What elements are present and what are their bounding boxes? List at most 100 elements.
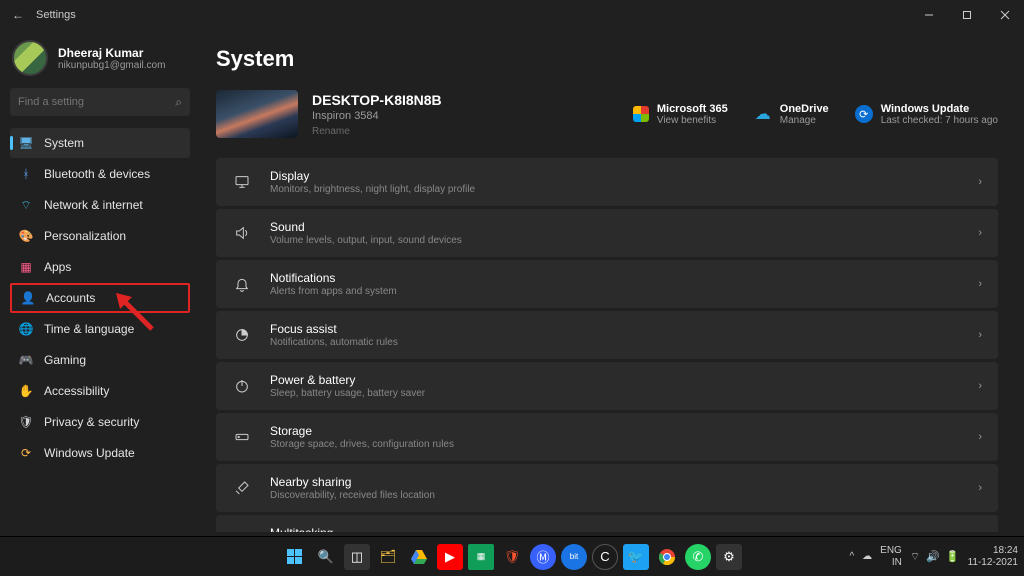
sidebar-item-label: Personalization: [44, 229, 126, 243]
brave-icon[interactable]: 🛡: [499, 544, 525, 570]
sidebar-item-label: Apps: [44, 260, 71, 274]
row-title: Sound: [270, 220, 462, 234]
settings-list: Display Monitors, brightness, night ligh…: [216, 158, 998, 532]
settings-row-storage[interactable]: Storage Storage space, drives, configura…: [216, 413, 998, 461]
back-button[interactable]: ←: [6, 8, 30, 22]
task-view-icon[interactable]: ◫: [344, 544, 370, 570]
sidebar-item-update[interactable]: ⟳Windows Update: [10, 438, 190, 468]
drive-icon[interactable]: [406, 544, 432, 570]
main-content: System DESKTOP-K8I8N8B Inspiron 3584 Ren…: [200, 30, 1024, 532]
m365-title: Microsoft 365: [657, 103, 728, 115]
sidebar-item-label: System: [44, 136, 84, 150]
whatsapp-icon[interactable]: ✆: [685, 544, 711, 570]
search-box[interactable]: ⌕: [10, 88, 190, 116]
row-title: Multitasking: [270, 526, 448, 532]
sound-icon: [232, 225, 252, 241]
volume-icon[interactable]: 🔊: [926, 550, 940, 563]
search-icon: ⌕: [175, 95, 182, 110]
device-image: [216, 90, 298, 138]
start-button[interactable]: [282, 544, 308, 570]
taskbar-tray: ^ ☁ ENG IN ⌔ 🔊 🔋 18:24 11-12-2021: [849, 545, 1018, 569]
row-subtitle: Monitors, brightness, night light, displ…: [270, 184, 475, 195]
sidebar-item-system[interactable]: 🖥 System: [10, 128, 190, 158]
avatar: [12, 40, 48, 76]
accessibility-icon: ✋: [18, 383, 34, 399]
chrome-icon[interactable]: [654, 544, 680, 570]
row-subtitle: Storage space, drives, configuration rul…: [270, 439, 454, 450]
wifi-icon[interactable]: ⌔: [910, 550, 920, 564]
chevron-right-icon: ›: [978, 380, 982, 392]
windows-update-link[interactable]: ⟳ Windows UpdateLast checked: 7 hours ag…: [855, 103, 998, 126]
settings-row-notifications[interactable]: Notifications Alerts from apps and syste…: [216, 260, 998, 308]
sheets-icon[interactable]: ▦: [468, 544, 494, 570]
battery-icon[interactable]: 🔋: [946, 550, 960, 563]
settings-row-sound[interactable]: Sound Volume levels, output, input, soun…: [216, 209, 998, 257]
row-subtitle: Discoverability, received files location: [270, 490, 435, 501]
m365-icon: [633, 106, 649, 122]
chevron-right-icon: ›: [978, 329, 982, 341]
settings-row-focus[interactable]: Focus assist Notifications, automatic ru…: [216, 311, 998, 359]
sidebar-item-label: Bluetooth & devices: [44, 167, 150, 181]
row-title: Display: [270, 169, 475, 183]
sidebar-item-bluetooth[interactable]: ᚼ Bluetooth & devices: [10, 159, 190, 189]
settings-row-display[interactable]: Display Monitors, brightness, night ligh…: [216, 158, 998, 206]
settings-row-power[interactable]: Power & battery Sleep, battery usage, ba…: [216, 362, 998, 410]
nav-list: 🖥 System ᚼ Bluetooth & devices ⌔Network & in…: [10, 128, 190, 468]
row-title: Nearby sharing: [270, 475, 435, 489]
sidebar-item-accounts[interactable]: 👤Accounts: [10, 283, 190, 313]
onedrive-tray-icon[interactable]: ☁: [862, 551, 872, 562]
wu-sub: Last checked: 7 hours ago: [881, 115, 998, 126]
privacy-icon: 🛡: [18, 414, 34, 430]
bit-icon[interactable]: bit: [561, 544, 587, 570]
time-icon: 🌐: [18, 321, 34, 337]
cmc-icon[interactable]: Ⓜ: [530, 544, 556, 570]
clock[interactable]: 18:24 11-12-2021: [968, 545, 1018, 569]
sidebar-item-time[interactable]: 🌐Time & language: [10, 314, 190, 344]
minimize-button[interactable]: [910, 0, 948, 30]
app-icon-c[interactable]: C: [592, 544, 618, 570]
sidebar-item-apps[interactable]: ▦ Apps: [10, 252, 190, 282]
settings-row-multitask[interactable]: Multitasking Snap windows, desktops, tas…: [216, 515, 998, 532]
network-icon: ⌔: [18, 197, 34, 213]
storage-icon: [232, 429, 252, 445]
tray-chevron-icon[interactable]: ^: [849, 551, 854, 562]
multitask-icon: [232, 531, 252, 532]
onedrive-link[interactable]: ☁ OneDriveManage: [754, 103, 829, 126]
titlebar: ← Settings: [0, 0, 1024, 30]
language-indicator[interactable]: ENG IN: [880, 545, 902, 569]
taskbar-search-icon[interactable]: 🔍: [313, 544, 339, 570]
profile-block[interactable]: Dheeraj Kumar nikunpubg1@gmail.com: [10, 38, 190, 88]
wu-title: Windows Update: [881, 103, 998, 115]
display-icon: [232, 174, 252, 190]
sidebar-item-network[interactable]: ⌔Network & internet: [10, 190, 190, 220]
row-title: Storage: [270, 424, 454, 438]
m365-link[interactable]: Microsoft 365View benefits: [633, 103, 728, 126]
device-name: DESKTOP-K8I8N8B: [312, 92, 442, 108]
maximize-button[interactable]: [948, 0, 986, 30]
rename-link[interactable]: Rename: [312, 126, 442, 137]
close-button[interactable]: [986, 0, 1024, 30]
focus-icon: [232, 327, 252, 343]
sidebar-item-label: Windows Update: [44, 446, 135, 460]
apps-icon: ▦: [18, 259, 34, 275]
sidebar-item-accessibility[interactable]: ✋ Accessibility: [10, 376, 190, 406]
search-input[interactable]: [18, 96, 175, 108]
twitter-icon[interactable]: 🐦: [623, 544, 649, 570]
bluetooth-icon: ᚼ: [18, 166, 34, 182]
sidebar-item-privacy[interactable]: 🛡Privacy & security: [10, 407, 190, 437]
taskbar-center: 🔍 ◫ 🗂 ▶ ▦ 🛡 Ⓜ bit C 🐦 ✆ ⚙: [282, 544, 742, 570]
sidebar-item-label: Accessibility: [44, 384, 109, 398]
notifications-icon: [232, 276, 252, 292]
sidebar-item-gaming[interactable]: 🎮Gaming: [10, 345, 190, 375]
sidebar-item-personalization[interactable]: 🎨Personalization: [10, 221, 190, 251]
system-icon: 🖥: [18, 135, 34, 151]
windows-update-icon: ⟳: [855, 105, 873, 123]
file-explorer-icon[interactable]: 🗂: [375, 544, 401, 570]
device-model: Inspiron 3584: [312, 110, 442, 122]
settings-row-nearby[interactable]: Nearby sharing Discoverability, received…: [216, 464, 998, 512]
onedrive-title: OneDrive: [780, 103, 829, 115]
settings-taskbar-icon[interactable]: ⚙: [716, 544, 742, 570]
row-subtitle: Sleep, battery usage, battery saver: [270, 388, 425, 399]
clock-time: 18:24: [993, 545, 1018, 557]
youtube-icon[interactable]: ▶: [437, 544, 463, 570]
